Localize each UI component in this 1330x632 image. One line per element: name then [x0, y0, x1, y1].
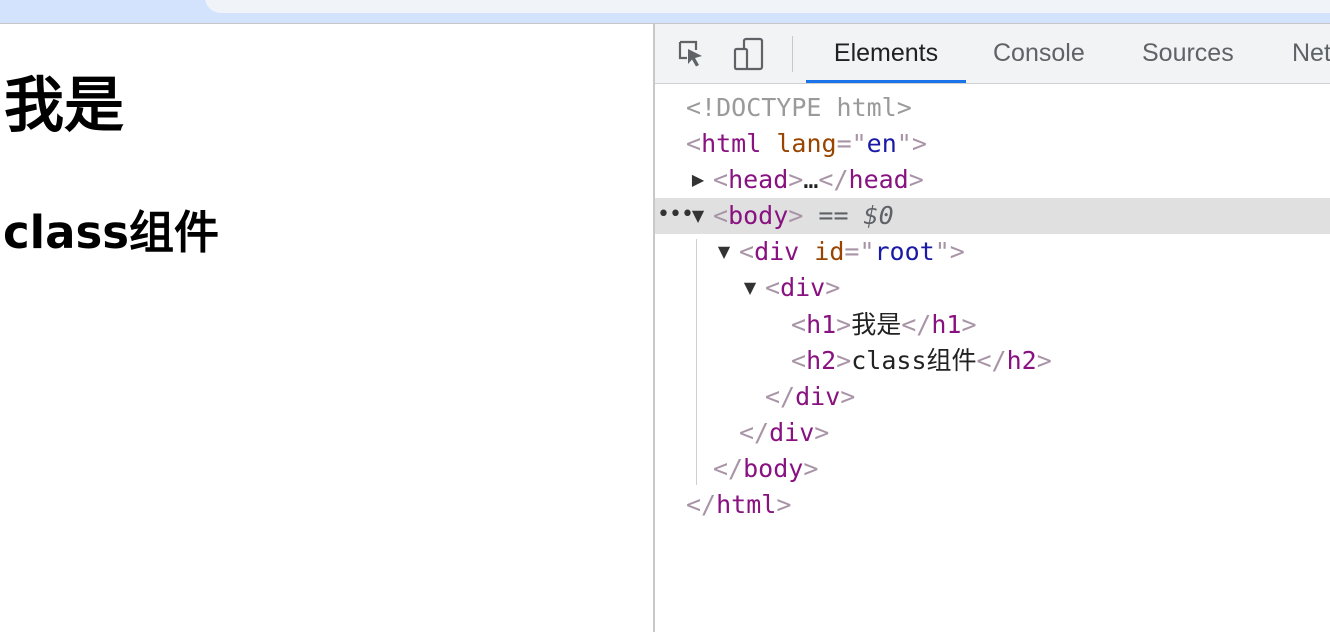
html-close-tag: </html>: [686, 490, 792, 519]
dom-node-body-close[interactable]: </body>: [655, 451, 1330, 487]
dom-node-div-root-close[interactable]: </div>: [655, 415, 1330, 451]
html-open-tag: <html lang="en">: [686, 129, 927, 158]
collapse-triangle-icon[interactable]: ▼: [740, 270, 760, 306]
tab-console-label: Console: [993, 39, 1085, 67]
browser-tab[interactable]: [205, 0, 1330, 13]
toolbar-separator: [792, 36, 793, 72]
inspect-element-icon[interactable]: [673, 36, 709, 72]
div-root-close-tag: </div>: [739, 418, 830, 447]
collapse-triangle-icon[interactable]: ▼: [714, 234, 734, 270]
dom-node-div[interactable]: ▼ <div>: [655, 270, 1330, 306]
page-viewport: 我是 class组件: [0, 24, 653, 632]
device-toolbar-icon[interactable]: [731, 36, 767, 72]
h1-element: <h1>我是</h1>: [791, 310, 977, 339]
tab-network-label: Net: [1292, 39, 1330, 67]
dom-node-head[interactable]: ▶ <head>…</head>: [655, 162, 1330, 198]
head-collapsed-tag: <head>…</head>: [713, 165, 924, 194]
dom-node-html[interactable]: <html lang="en">: [655, 126, 1330, 162]
devtools-panel: Elements Console Sources Net <!DOCTYPE h…: [655, 24, 1330, 632]
div-close-tag: </div>: [765, 382, 856, 411]
browser-tab-strip: [0, 0, 1330, 24]
dom-node-h2[interactable]: <h2>class组件</h2>: [655, 343, 1330, 379]
dom-node-h1[interactable]: <h1>我是</h1>: [655, 307, 1330, 343]
dom-node-doctype[interactable]: <!DOCTYPE html>: [655, 90, 1330, 126]
dom-node-body[interactable]: ••• ▼ <body> == $0: [655, 198, 1330, 234]
tab-elements-label: Elements: [833, 39, 939, 67]
expand-triangle-icon[interactable]: ▶: [688, 162, 708, 198]
div-root-open-tag: <div id="root">: [739, 237, 965, 266]
tab-sources[interactable]: Sources: [1142, 24, 1234, 83]
tab-console[interactable]: Console: [993, 24, 1085, 83]
div-open-tag: <div>: [765, 273, 841, 302]
tab-network[interactable]: Net: [1292, 24, 1330, 83]
h2-element: <h2>class组件</h2>: [791, 346, 1052, 375]
page-heading-h2: class组件: [3, 206, 220, 259]
body-open-tag: <body> == $0: [713, 201, 894, 230]
devtools-toolbar: Elements Console Sources Net: [655, 24, 1330, 84]
page-heading-h1: 我是: [4, 71, 124, 141]
body-close-tag: </body>: [713, 454, 819, 483]
dom-node-html-close[interactable]: </html>: [655, 487, 1330, 523]
doctype-text: <!DOCTYPE html>: [686, 93, 912, 122]
dom-node-div-close[interactable]: </div>: [655, 379, 1330, 415]
collapse-triangle-icon[interactable]: ▼: [688, 198, 708, 234]
tab-sources-label: Sources: [1142, 39, 1234, 67]
dom-node-div-root[interactable]: ▼ <div id="root">: [655, 234, 1330, 270]
tab-elements[interactable]: Elements: [806, 24, 966, 83]
